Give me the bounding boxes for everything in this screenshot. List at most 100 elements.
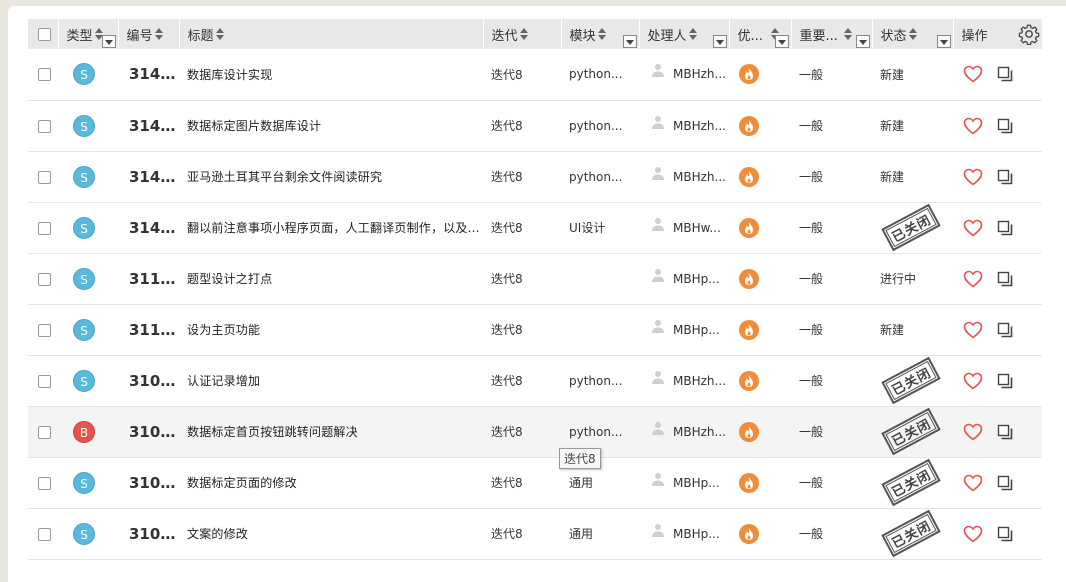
filter-dropdown-icon[interactable]: [936, 35, 951, 48]
closed-stamp: 已关闭: [881, 458, 941, 507]
row-checkbox[interactable]: [38, 170, 51, 184]
copy-icon[interactable]: [997, 526, 1013, 542]
table-row[interactable]: S 31131 设为主页功能 迭代8 MBHp... 一般 新建: [28, 304, 1042, 355]
heart-icon[interactable]: [963, 321, 983, 339]
row-checkbox[interactable]: [38, 374, 51, 388]
column-header-importance[interactable]: 重要...: [791, 19, 873, 49]
heart-icon[interactable]: [963, 168, 983, 186]
row-checkbox[interactable]: [38, 221, 51, 235]
type-badge: S: [73, 522, 95, 545]
table-row[interactable]: S 31069 文案的修改 迭代8 通用 MBHp... 一般 已关闭: [28, 508, 1042, 559]
copy-icon[interactable]: [997, 322, 1013, 338]
heart-icon[interactable]: [963, 474, 983, 492]
column-header-module[interactable]: 模块: [561, 19, 640, 49]
issue-id[interactable]: 31069: [118, 508, 179, 559]
heart-icon[interactable]: [963, 372, 983, 390]
issue-title-cell[interactable]: 数据标定页面的修改: [179, 457, 483, 508]
sort-icon[interactable]: [908, 28, 917, 40]
issue-id[interactable]: 31083: [118, 355, 179, 406]
row-checkbox[interactable]: [38, 68, 51, 82]
select-all-checkbox[interactable]: [38, 27, 51, 41]
column-header-priority[interactable]: 优...: [729, 19, 792, 49]
sort-icon[interactable]: [597, 28, 606, 40]
issue-title[interactable]: 翻以前注意事项小程序页面，人工翻译页制作，以及...: [187, 221, 480, 235]
issue-title-cell[interactable]: 题型设计之打点: [179, 253, 483, 304]
row-checkbox[interactable]: [38, 272, 51, 286]
type-badge: S: [73, 165, 95, 188]
copy-icon[interactable]: [997, 424, 1013, 440]
issue-title[interactable]: 亚马逊土耳其平台剩余文件阅读研究: [187, 170, 382, 184]
filter-dropdown-icon[interactable]: [622, 35, 637, 48]
filter-dropdown-icon[interactable]: [712, 35, 727, 48]
row-checkbox[interactable]: [38, 119, 51, 133]
gear-icon[interactable]: [1018, 23, 1040, 45]
row-checkbox[interactable]: [38, 476, 51, 490]
heart-icon[interactable]: [963, 219, 983, 237]
column-header-title[interactable]: 标题: [179, 19, 484, 49]
copy-icon[interactable]: [997, 373, 1013, 389]
table-row[interactable]: S 31459 数据库设计实现 迭代8 python... MBHzh... 一…: [28, 49, 1042, 100]
issue-title[interactable]: 数据标定首页按钮跳转问题解决: [187, 425, 358, 439]
table-row[interactable]: S 31431 亚马逊土耳其平台剩余文件阅读研究 迭代8 python... M…: [28, 151, 1042, 202]
column-header-iteration[interactable]: 迭代: [483, 19, 562, 49]
filter-dropdown-icon[interactable]: [855, 35, 870, 48]
column-header-id[interactable]: 编号: [118, 19, 180, 49]
issue-title[interactable]: 数据标定图片数据库设计: [187, 119, 321, 133]
filter-dropdown-icon[interactable]: [774, 35, 789, 48]
heart-icon[interactable]: [963, 117, 983, 135]
sort-icon[interactable]: [215, 28, 224, 40]
heart-icon[interactable]: [963, 525, 983, 543]
issue-title[interactable]: 数据库设计实现: [187, 68, 272, 82]
issue-title-cell[interactable]: 数据库设计实现: [179, 49, 483, 100]
table-row[interactable]: S 31083 认证记录增加 迭代8 python... MBHzh... 一般…: [28, 355, 1042, 406]
heart-icon[interactable]: [963, 423, 983, 441]
copy-icon[interactable]: [997, 118, 1013, 134]
heart-icon[interactable]: [963, 270, 983, 288]
copy-icon[interactable]: [997, 220, 1013, 236]
module-cell: 通用: [569, 527, 594, 541]
issue-title[interactable]: 认证记录增加: [187, 374, 260, 388]
issue-title[interactable]: 数据标定页面的修改: [187, 476, 297, 490]
copy-icon[interactable]: [997, 66, 1013, 82]
issue-title[interactable]: 题型设计之打点: [187, 272, 272, 286]
issue-id[interactable]: 31458: [118, 100, 179, 151]
table-row[interactable]: S 31425 翻以前注意事项小程序页面，人工翻译页制作，以及... 迭代8 U…: [28, 202, 1042, 253]
row-checkbox[interactable]: [38, 527, 51, 541]
issue-id[interactable]: 31425: [118, 202, 179, 253]
issue-title-cell[interactable]: 数据标定图片数据库设计: [179, 100, 483, 151]
issue-id[interactable]: 31131: [118, 304, 179, 355]
sort-icon[interactable]: [154, 28, 163, 40]
column-header-status[interactable]: 状态: [872, 19, 954, 49]
column-header-type[interactable]: 类型: [58, 19, 119, 49]
filter-dropdown-icon[interactable]: [101, 35, 116, 48]
issue-id[interactable]: 31071: [118, 457, 179, 508]
issue-title[interactable]: 设为主页功能: [187, 323, 260, 337]
table-row[interactable]: S 31458 数据标定图片数据库设计 迭代8 python... MBHzh.…: [28, 100, 1042, 151]
copy-icon[interactable]: [997, 475, 1013, 491]
user-icon: [652, 523, 664, 537]
copy-icon[interactable]: [997, 271, 1013, 287]
issue-title[interactable]: 文案的修改: [187, 527, 248, 541]
issue-title-cell[interactable]: 翻以前注意事项小程序页面，人工翻译页制作，以及...: [179, 202, 483, 253]
issue-id[interactable]: 31431: [118, 151, 179, 202]
issue-title-cell[interactable]: 亚马逊土耳其平台剩余文件阅读研究: [179, 151, 483, 202]
copy-icon[interactable]: [997, 169, 1013, 185]
issue-id[interactable]: 31459: [118, 49, 179, 100]
row-checkbox[interactable]: [38, 425, 51, 439]
table-row[interactable]: B 31082 数据标定首页按钮跳转问题解决 迭代8 python... MBH…: [28, 406, 1042, 457]
sort-icon[interactable]: [519, 28, 528, 40]
sort-icon[interactable]: [843, 28, 852, 40]
heart-icon[interactable]: [963, 65, 983, 83]
issue-title-cell[interactable]: 数据标定首页按钮跳转问题解决: [179, 406, 483, 457]
table-row[interactable]: S 31071 数据标定页面的修改 迭代8 通用 MBHp... 一般 已关闭: [28, 457, 1042, 508]
issue-title-cell[interactable]: 设为主页功能: [179, 304, 483, 355]
sort-icon[interactable]: [688, 28, 697, 40]
issue-id[interactable]: 31139: [118, 253, 179, 304]
column-header-assignee[interactable]: 处理人: [639, 19, 730, 49]
iteration-cell: 迭代8: [491, 67, 523, 82]
issue-title-cell[interactable]: 文案的修改: [179, 508, 483, 559]
issue-id[interactable]: 31082: [118, 406, 179, 457]
row-checkbox[interactable]: [38, 323, 51, 337]
table-row[interactable]: S 31139 题型设计之打点 迭代8 MBHp... 一般 进行中: [28, 253, 1042, 304]
issue-title-cell[interactable]: 认证记录增加: [179, 355, 483, 406]
